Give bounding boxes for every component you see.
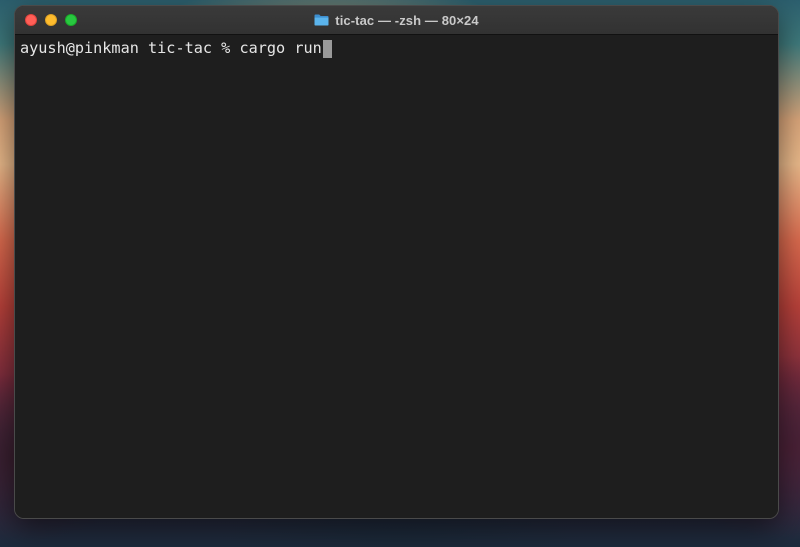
terminal-window[interactable]: tic-tac — -zsh — 80×24 ayush@pinkman tic… [14, 5, 779, 519]
command-line: ayush@pinkman tic-tac % cargo run [20, 39, 773, 58]
command-text: cargo run [239, 39, 322, 57]
text-cursor [322, 39, 332, 58]
shell-prompt: ayush@pinkman tic-tac % [20, 39, 240, 57]
terminal-content[interactable]: ayush@pinkman tic-tac % cargo run [15, 35, 778, 518]
folder-icon [314, 14, 329, 26]
window-title: tic-tac — -zsh — 80×24 [335, 12, 479, 28]
window-title-group: tic-tac — -zsh — 80×24 [15, 6, 778, 34]
title-bar[interactable]: tic-tac — -zsh — 80×24 [15, 6, 778, 35]
